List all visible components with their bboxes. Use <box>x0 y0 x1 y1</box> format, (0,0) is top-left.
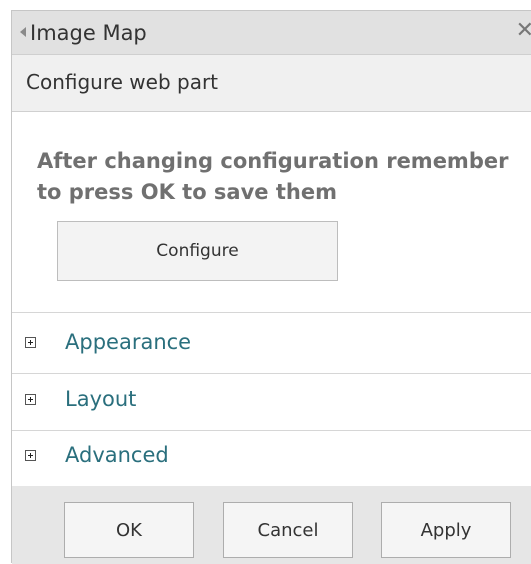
collapse-arrow-icon[interactable] <box>20 27 26 37</box>
plus-expand-icon[interactable] <box>25 450 36 461</box>
title-bar: Image Map ✕ <box>12 11 531 55</box>
configure-button[interactable]: Configure <box>57 221 338 281</box>
divider <box>12 312 531 313</box>
plus-expand-icon[interactable] <box>25 337 36 348</box>
group-label-advanced[interactable]: Advanced <box>65 442 169 469</box>
group-layout[interactable]: Layout <box>12 375 531 430</box>
configuration-notice: After changing configuration remember to… <box>37 149 509 204</box>
web-part-tool-pane: Image Map ✕ Configure web part After cha… <box>11 10 531 564</box>
button-footer: OK Cancel Apply <box>12 486 531 564</box>
apply-button[interactable]: Apply <box>381 502 511 558</box>
group-label-appearance[interactable]: Appearance <box>65 329 191 356</box>
divider <box>12 373 531 374</box>
ok-button[interactable]: OK <box>64 502 194 558</box>
cancel-button[interactable]: Cancel <box>223 502 353 558</box>
group-appearance[interactable]: Appearance <box>12 318 531 373</box>
group-advanced[interactable]: Advanced <box>12 431 531 486</box>
close-icon[interactable]: ✕ <box>516 18 531 44</box>
section-title: Configure web part <box>26 70 219 94</box>
pane-title: Image Map <box>30 21 147 45</box>
plus-expand-icon[interactable] <box>25 394 36 405</box>
section-header: Configure web part <box>12 55 531 112</box>
group-label-layout[interactable]: Layout <box>65 386 136 413</box>
